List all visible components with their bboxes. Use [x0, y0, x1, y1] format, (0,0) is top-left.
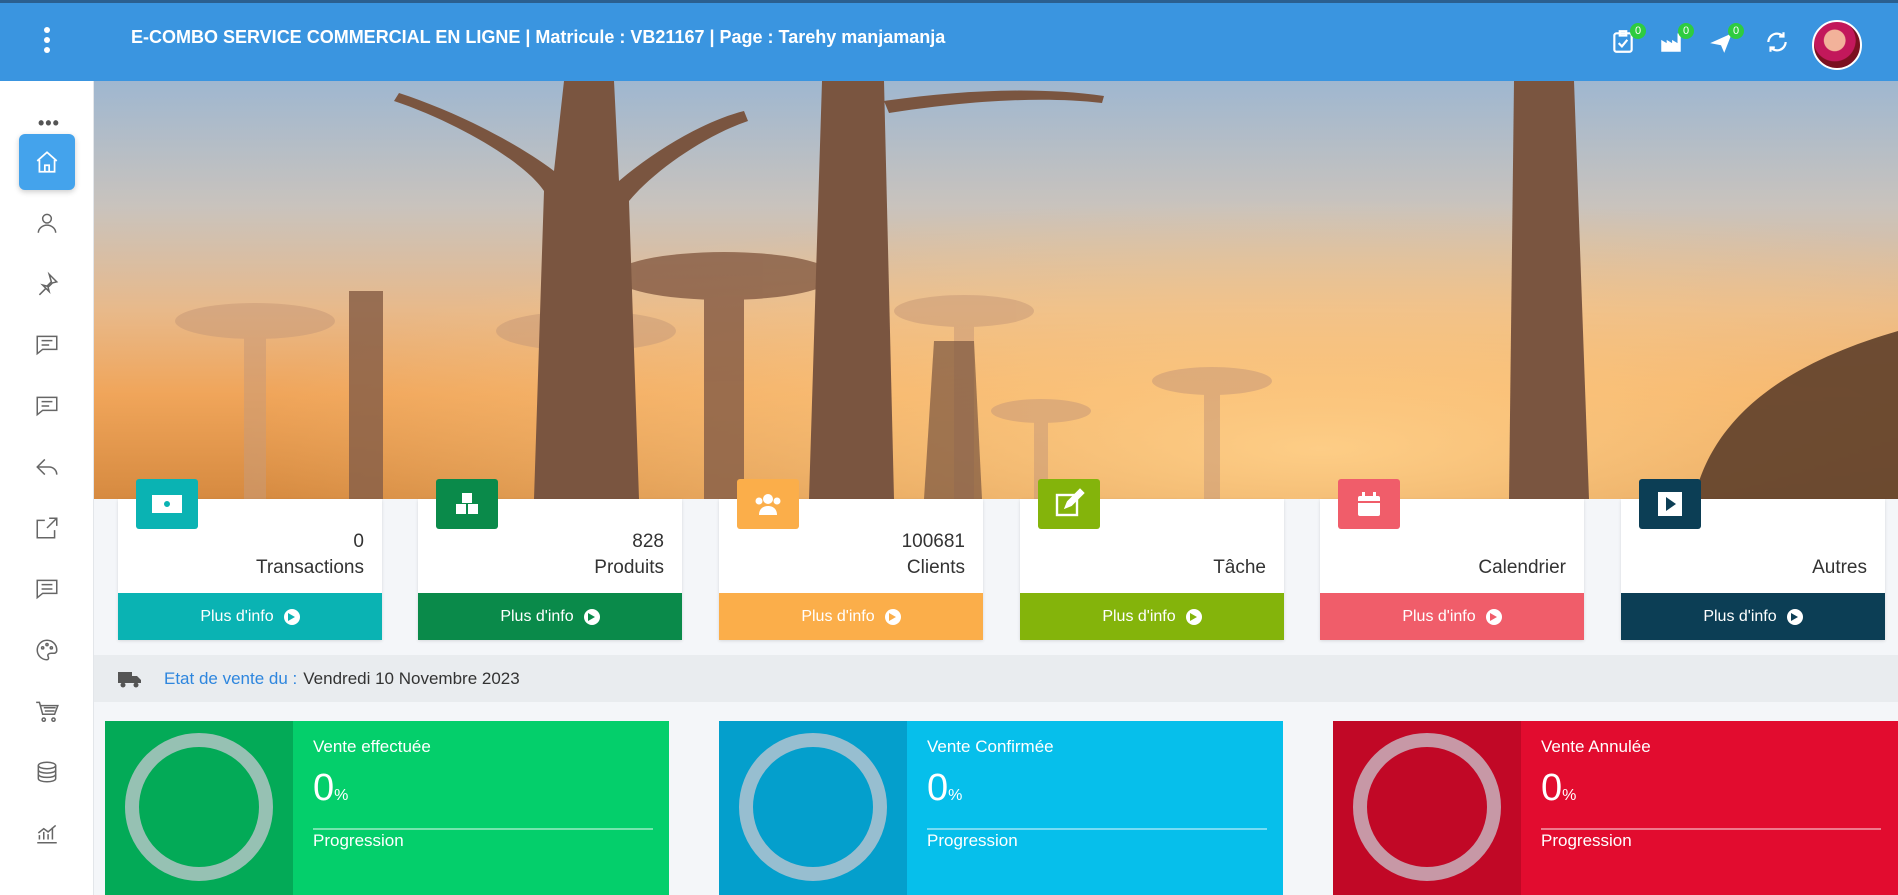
stat-card-produits: 828 Produits Plus d'info: [418, 479, 682, 640]
arrow-circle-right-icon: [884, 608, 901, 625]
calendar-icon: [1338, 479, 1400, 529]
sale-box-annulee: Vente Annulée 0% Progression: [1333, 721, 1898, 895]
sale-percent: 0%: [927, 767, 963, 809]
factory-icon[interactable]: 0: [1658, 23, 1694, 59]
sale-box-confirmee: Vente Confirmée 0% Progression: [719, 721, 1283, 895]
sidebar: •••: [0, 81, 94, 895]
stat-value: 828: [632, 531, 664, 552]
divider: [313, 828, 653, 830]
progress-ring: [125, 733, 273, 881]
plane-badge: 0: [1728, 23, 1744, 39]
sale-title: Vente Confirmée: [927, 737, 1054, 756]
sale-box-effectuee: Vente effectuée 0% Progression: [105, 721, 669, 895]
arrow-circle-right-icon: [1786, 608, 1803, 625]
share-icon[interactable]: [19, 500, 75, 556]
edit-icon: [1038, 479, 1100, 529]
play-icon: [1639, 479, 1701, 529]
tasks-check-icon[interactable]: 0: [1610, 23, 1646, 59]
more-info-button[interactable]: Plus d'info: [418, 593, 682, 640]
sales-status-label: Etat de vente du :: [164, 668, 298, 688]
progress-ring: [739, 733, 887, 881]
arrow-circle-right-icon: [1485, 608, 1502, 625]
top-bar: E-COMBO SERVICE COMMERCIAL EN LIGNE | Ma…: [0, 0, 1898, 81]
user-icon[interactable]: [19, 195, 75, 251]
cubes-icon: [436, 479, 498, 529]
divider: [1541, 828, 1881, 830]
sidebar-more-icon[interactable]: •••: [38, 113, 60, 134]
more-info-button[interactable]: Plus d'info: [719, 593, 983, 640]
stat-value: 100681: [901, 531, 965, 552]
progress-ring: [1353, 733, 1501, 881]
sale-percent: 0%: [313, 767, 349, 809]
sale-percent: 0%: [1541, 767, 1577, 809]
factory-badge: 0: [1678, 23, 1694, 39]
sales-status-bar: Etat de vente du : Vendredi 10 Novembre …: [94, 655, 1898, 702]
tasks-badge: 0: [1630, 23, 1646, 39]
stat-card-calendrier: Calendrier Plus d'info: [1320, 479, 1584, 640]
arrow-circle-right-icon: [1185, 608, 1202, 625]
stat-card-autres: Autres Plus d'info: [1621, 479, 1885, 640]
stat-card-clients: 100681 Clients Plus d'info: [719, 479, 983, 640]
more-info-button[interactable]: Plus d'info: [1020, 593, 1284, 640]
palette-icon[interactable]: [19, 622, 75, 678]
avatar[interactable]: [1812, 20, 1862, 70]
sync-icon[interactable]: [1764, 29, 1794, 59]
comment-icon[interactable]: [19, 561, 75, 617]
more-info-button[interactable]: Plus d'info: [1320, 593, 1584, 640]
home-icon[interactable]: [19, 134, 75, 190]
arrow-circle-right-icon: [283, 608, 300, 625]
sales-status-date: Vendredi 10 Novembre 2023: [303, 668, 520, 688]
divider: [927, 828, 1267, 830]
stat-label: Calendrier: [1478, 557, 1566, 578]
pin-icon[interactable]: [19, 256, 75, 312]
truck-icon: [118, 671, 141, 687]
cart-icon[interactable]: [19, 683, 75, 739]
stat-label: Transactions: [255, 557, 364, 578]
page-title: E-COMBO SERVICE COMMERCIAL EN LIGNE | Ma…: [131, 27, 946, 47]
stat-label: Autres: [1812, 557, 1867, 578]
hero-banner-image: [94, 81, 1898, 499]
message-icon[interactable]: [19, 317, 75, 373]
sale-progress-label: Progression: [313, 831, 404, 850]
stat-card-tache: Tâche Plus d'info: [1020, 479, 1284, 640]
message-alt-icon[interactable]: [19, 378, 75, 434]
stat-label: Clients: [906, 557, 965, 578]
chart-icon[interactable]: [19, 805, 75, 861]
more-info-button[interactable]: Plus d'info: [118, 593, 382, 640]
sale-progress-label: Progression: [1541, 831, 1632, 850]
stat-label: Produits: [594, 557, 664, 578]
sale-title: Vente effectuée: [313, 737, 431, 756]
sale-progress-label: Progression: [927, 831, 1018, 850]
money-icon: [136, 479, 198, 529]
users-icon: [737, 479, 799, 529]
menu-toggle-icon[interactable]: [38, 27, 56, 57]
stat-card-transactions: 0 Transactions Plus d'info: [118, 479, 382, 640]
stat-label: Tâche: [1213, 557, 1266, 578]
arrow-circle-right-icon: [583, 608, 600, 625]
reply-icon[interactable]: [19, 439, 75, 495]
sale-title: Vente Annulée: [1541, 737, 1651, 756]
more-info-button[interactable]: Plus d'info: [1621, 593, 1885, 640]
plane-icon[interactable]: 0: [1708, 23, 1744, 59]
stat-value: 0: [353, 531, 364, 552]
coins-icon[interactable]: [19, 744, 75, 800]
